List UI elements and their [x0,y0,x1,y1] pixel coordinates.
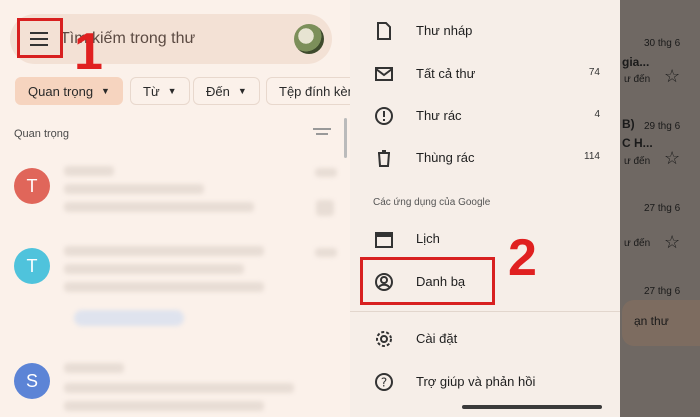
navigation-drawer: Thư nháp Tất cả thư 74 Thư rác 4 Thùng r… [350,0,620,417]
star-icon[interactable]: ☆ [664,148,680,169]
avatar-letter: S [25,370,38,391]
drawer-item-count: 4 [594,109,600,120]
drawer-item-settings[interactable]: Cài đặt [350,319,620,359]
all-mail-icon [375,67,393,81]
chip-label: Đến [206,83,230,99]
drawer-divider [350,311,620,312]
scrollbar[interactable] [344,118,347,158]
date-label: 27 thg 6 [644,203,681,214]
hamburger-icon [30,32,48,46]
date-label: 29 thg 6 [644,121,681,132]
drawer-item-label: Thùng rác [416,150,475,165]
calendar-icon [375,232,393,248]
list-item[interactable]: T [0,240,350,340]
snippet-text: gia... [622,55,650,69]
snippet-small: ư đến [624,156,651,167]
drawer-item-calendar[interactable]: Lịch [350,219,620,259]
drawer-item-drafts[interactable]: Thư nháp [350,11,620,51]
draft-icon [377,22,391,40]
snippet-text: C H... [622,136,653,150]
drawer-item-label: Cài đặt [416,331,458,346]
drawer-item-count: 114 [584,151,600,162]
avatar-letter: T [26,175,38,196]
trash-icon [378,150,390,167]
compose-button[interactable]: ạn thư [622,300,700,346]
filter-icon[interactable] [313,128,331,138]
drawer-item-spam[interactable]: Thư rác 4 [350,96,620,136]
drawer-item-all-mail[interactable]: Tất cả thư 74 [350,54,620,94]
help-icon: ? [375,373,393,391]
caret-down-icon: ▼ [101,86,110,96]
drawer-item-count: 74 [588,67,600,78]
star-icon[interactable]: ☆ [664,232,680,253]
inbox-panel: Tìm kiếm trong thư Quan trọng ▼ Từ ▼ Đến ▼ … [0,0,350,417]
drawer-item-label: Thư nháp [416,23,473,38]
svg-text:?: ? [381,376,387,390]
account-avatar[interactable] [294,24,324,54]
compose-label: ạn thư [634,314,669,328]
snippet-text: B) [622,117,635,131]
chip-label: Quan trọng [28,83,94,99]
snippet-small: ư đến [624,238,651,249]
avatar: T [14,168,50,204]
contacts-highlight [360,257,495,305]
chip-attachment[interactable]: Tệp đính kèm [266,77,350,105]
chip-from[interactable]: Từ ▼ [130,77,190,105]
gesture-home-bar[interactable] [462,405,602,409]
settings-icon [376,331,392,347]
list-item[interactable]: S [0,355,350,417]
caret-down-icon: ▼ [237,86,247,96]
drawer-item-label: Lịch [416,231,440,246]
date-label: 27 thg 6 [644,286,681,297]
avatar: S [14,363,50,399]
snippet-small: ư đến [624,74,651,85]
screen: Tìm kiếm trong thư Quan trọng ▼ Từ ▼ Đến ▼ … [0,0,700,417]
chip-label: Từ [143,83,160,99]
star-icon[interactable]: ☆ [664,66,680,87]
avatar: T [14,248,50,284]
menu-button[interactable] [17,18,63,58]
chip-to[interactable]: Đến ▼ [193,77,260,105]
drawer-item-label: Trợ giúp và phản hồi [416,374,536,389]
drawer-item-help[interactable]: ? Trợ giúp và phản hồi [350,362,620,402]
caret-down-icon: ▼ [167,86,177,96]
spam-icon [375,107,393,125]
drawer-item-label: Thư rác [416,108,462,123]
drawer-item-label: Tất cả thư [416,66,476,81]
drawer-item-trash[interactable]: Thùng rác 114 [350,138,620,178]
list-item[interactable]: T [0,160,350,230]
chip-label: Tệp đính kèm [279,83,350,99]
step-number-2: 2 [508,229,537,287]
section-label: Quan trọng [14,128,70,140]
google-apps-label: Các ứng dụng của Google [373,197,491,208]
avatar-letter: T [26,255,38,276]
chip-important[interactable]: Quan trọng ▼ [15,77,123,105]
date-label: 30 thg 6 [644,38,681,49]
step-number-1: 1 [74,23,103,81]
